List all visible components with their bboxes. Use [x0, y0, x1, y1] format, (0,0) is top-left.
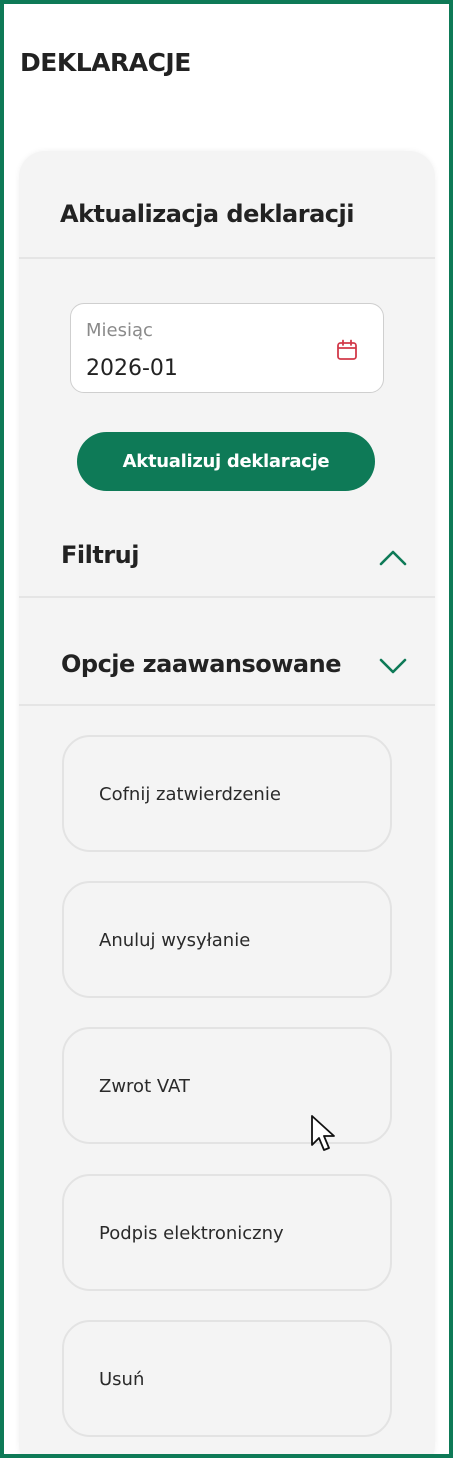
option-vat-refund-button[interactable]: Zwrot VAT — [62, 1027, 392, 1144]
calendar-icon[interactable] — [335, 338, 359, 362]
option-label: Zwrot VAT — [99, 1076, 190, 1097]
chevron-down-icon[interactable] — [378, 656, 408, 676]
filter-section-toggle[interactable]: Filtruj — [61, 541, 139, 569]
month-field-value[interactable]: 2026-01 — [86, 356, 178, 381]
option-label: Usuń — [99, 1369, 145, 1390]
option-electronic-signature-button[interactable]: Podpis elektroniczny — [62, 1174, 392, 1291]
advanced-options-toggle[interactable]: Opcje zaawansowane — [61, 650, 341, 678]
month-field[interactable]: Miesiąc 2026-01 — [70, 303, 384, 393]
option-label: Cofnij zatwierdzenie — [99, 784, 281, 805]
panel-title: Aktualizacja deklaracji — [60, 200, 354, 228]
filter-divider — [19, 596, 435, 598]
option-delete-button[interactable]: Usuń — [62, 1320, 392, 1437]
app-frame: DEKLARACJE Aktualizacja deklaracji Miesi… — [0, 0, 453, 1458]
month-field-label: Miesiąc — [86, 320, 153, 341]
update-declarations-button[interactable]: Aktualizuj deklaracje — [77, 432, 375, 491]
panel-title-divider — [19, 257, 435, 259]
advanced-divider — [19, 704, 435, 706]
mouse-cursor-icon — [311, 1115, 335, 1151]
option-undo-approval-button[interactable]: Cofnij zatwierdzenie — [62, 735, 392, 852]
option-label: Podpis elektroniczny — [99, 1223, 284, 1244]
page-title: DEKLARACJE — [20, 48, 191, 77]
option-cancel-sending-button[interactable]: Anuluj wysyłanie — [62, 881, 392, 998]
option-label: Anuluj wysyłanie — [99, 930, 251, 951]
chevron-up-icon[interactable] — [378, 548, 408, 568]
